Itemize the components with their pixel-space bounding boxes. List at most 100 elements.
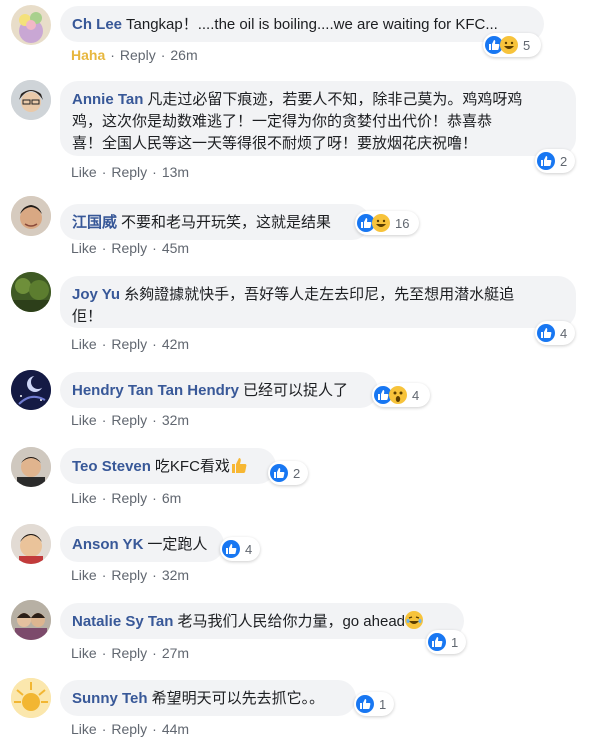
comment-bubble: Ch Lee Tangkap！....the oil is boiling....… xyxy=(60,6,544,42)
reaction-count: 2 xyxy=(293,465,301,481)
comment-author[interactable]: Natalie Sy Tan xyxy=(72,613,173,630)
comment-author[interactable]: 江国威 xyxy=(72,214,117,231)
like-link[interactable]: Like xyxy=(71,567,97,583)
comment-actions: Like · Reply · 42m xyxy=(71,336,190,352)
reaction-summary[interactable]: 16 xyxy=(355,211,419,235)
comment-actions: Haha · Reply · 26m xyxy=(71,47,198,63)
like-link[interactable]: Like xyxy=(71,412,97,428)
avatar[interactable] xyxy=(11,370,51,410)
like-reaction-icon xyxy=(222,540,240,558)
comment-actions: Like · Reply · 45m xyxy=(71,240,190,256)
comment-author[interactable]: Sunny Teh xyxy=(72,690,148,707)
reaction-count: 1 xyxy=(379,696,387,712)
like-reaction-icon xyxy=(270,464,288,482)
reply-link[interactable]: Reply xyxy=(111,645,147,661)
comment-bubble: Hendry Tan Tan Hendry 已经可以捉人了 xyxy=(60,372,378,408)
comment-bubble: Joy Yu 糸夠證據就快手，吾好等人走左去印尼，先至想用潜水艇追 佢！ xyxy=(60,276,576,328)
reaction-summary[interactable]: 2 xyxy=(268,461,308,485)
comment-text-line: 鸡，这次你是劫数难逃了！一定得为你的贪婪付出代价！恭喜恭 xyxy=(72,113,493,130)
comment-author[interactable]: Ch Lee xyxy=(72,16,122,33)
comment-bubble: Anson YK 一定跑人 xyxy=(60,526,224,562)
like-link[interactable]: Like xyxy=(71,721,97,737)
reply-link[interactable]: Reply xyxy=(120,47,156,63)
comment-bubble: Teo Steven 吃KFC看戏 xyxy=(60,448,276,484)
like-link[interactable]: Like xyxy=(71,164,97,180)
comment-time[interactable]: 6m xyxy=(162,490,181,506)
reply-link[interactable]: Reply xyxy=(111,490,147,506)
avatar[interactable] xyxy=(11,447,51,487)
avatar[interactable] xyxy=(11,196,51,236)
reaction-label[interactable]: Haha xyxy=(71,47,105,63)
like-link[interactable]: Like xyxy=(71,645,97,661)
comment-time[interactable]: 26m xyxy=(170,47,197,63)
comment-bubble: 江国威 不要和老马开玩笑，这就是结果 xyxy=(60,204,370,240)
comment-actions: Like · Reply · 32m xyxy=(71,567,190,583)
comment-text-line: 糸夠證據就快手，吾好等人走左去印尼，先至想用潜水艇追 xyxy=(124,286,515,303)
comment-actions: Like · Reply · 27m xyxy=(71,645,190,661)
comment-text: 已经可以捉人了 xyxy=(242,382,348,399)
reaction-summary[interactable]: 2 xyxy=(535,149,575,173)
like-reaction-icon xyxy=(537,324,555,342)
like-link[interactable]: Like xyxy=(71,240,97,256)
reaction-summary[interactable]: 1 xyxy=(354,692,394,716)
comment-author[interactable]: Hendry Tan Tan Hendry xyxy=(72,382,239,399)
reaction-summary[interactable]: 4 xyxy=(372,383,430,407)
comment-text: Tangkap！....the oil is boiling....we are… xyxy=(126,16,498,33)
reaction-summary[interactable]: 4 xyxy=(220,537,260,561)
reply-link[interactable]: Reply xyxy=(111,336,147,352)
reply-link[interactable]: Reply xyxy=(111,721,147,737)
comment-text: 老马我们人民给你力量，go ahead xyxy=(177,613,406,630)
reply-link[interactable]: Reply xyxy=(111,412,147,428)
comment-text: 一定跑人 xyxy=(147,536,208,553)
comment-text: 希望明天可以先去抓它。。 xyxy=(151,690,325,707)
like-reaction-icon xyxy=(537,152,555,170)
reply-link[interactable]: Reply xyxy=(111,567,147,583)
comment-text: 不要和老马开玩笑，这就是结果 xyxy=(121,214,332,231)
thumbs-up-emoji-icon xyxy=(230,456,248,474)
comment-text: 吃KFC看戏 xyxy=(154,458,230,475)
comment-author[interactable]: Teo Steven xyxy=(72,458,151,475)
comment-time[interactable]: 42m xyxy=(162,336,189,352)
like-link[interactable]: Like xyxy=(71,490,97,506)
comment-text-line: 喜！全国人民等这一天等得很不耐烦了呀！要放烟花庆祝噜！ xyxy=(72,135,478,152)
reaction-count: 16 xyxy=(395,215,410,231)
like-link[interactable]: Like xyxy=(71,336,97,352)
comment-bubble: Natalie Sy Tan 老马我们人民给你力量，go ahead xyxy=(60,603,464,639)
comment-author[interactable]: Annie Tan xyxy=(72,91,143,108)
avatar[interactable] xyxy=(11,600,51,640)
comment-time[interactable]: 32m xyxy=(162,412,189,428)
comment-time[interactable]: 13m xyxy=(162,164,189,180)
like-reaction-icon xyxy=(428,633,446,651)
reply-link[interactable]: Reply xyxy=(111,164,147,180)
comment-actions: Like · Reply · 44m xyxy=(71,721,190,737)
comment-time[interactable]: 32m xyxy=(162,567,189,583)
like-reaction-icon xyxy=(356,695,374,713)
reaction-count: 4 xyxy=(412,387,420,403)
reaction-summary[interactable]: 4 xyxy=(535,321,575,345)
avatar[interactable] xyxy=(11,678,51,718)
reaction-summary[interactable]: 1 xyxy=(426,630,466,654)
avatar[interactable] xyxy=(11,272,51,312)
comment-time[interactable]: 44m xyxy=(162,721,189,737)
comment-time[interactable]: 45m xyxy=(162,240,189,256)
reaction-count: 1 xyxy=(451,634,459,650)
reaction-count: 5 xyxy=(523,37,531,53)
reaction-count: 4 xyxy=(560,325,568,341)
comment-actions: Like · Reply · 6m xyxy=(71,490,182,506)
reaction-summary[interactable]: 5 xyxy=(483,33,541,57)
comment-text-line: 凡走过必留下痕迹，若要人不知，除非己莫为。鸡鸡呀鸡 xyxy=(147,91,523,108)
comment-actions: Like · Reply · 13m xyxy=(71,164,190,180)
avatar[interactable] xyxy=(11,524,51,564)
comment-bubble: Annie Tan 凡走过必留下痕迹，若要人不知，除非己莫为。鸡鸡呀鸡 鸡，这次你… xyxy=(60,81,576,156)
comment-bubble: Sunny Teh 希望明天可以先去抓它。。 xyxy=(60,680,356,716)
avatar[interactable] xyxy=(11,80,51,120)
comment-author[interactable]: Anson YK xyxy=(72,536,143,553)
comment-author[interactable]: Joy Yu xyxy=(72,286,120,303)
avatar[interactable] xyxy=(11,5,51,45)
comment-actions: Like · Reply · 32m xyxy=(71,412,190,428)
comment-time[interactable]: 27m xyxy=(162,645,189,661)
reply-link[interactable]: Reply xyxy=(111,240,147,256)
wow-reaction-icon xyxy=(389,386,407,404)
comment-text-line: 佢！ xyxy=(72,308,103,325)
laughing-emoji-icon xyxy=(405,611,424,629)
